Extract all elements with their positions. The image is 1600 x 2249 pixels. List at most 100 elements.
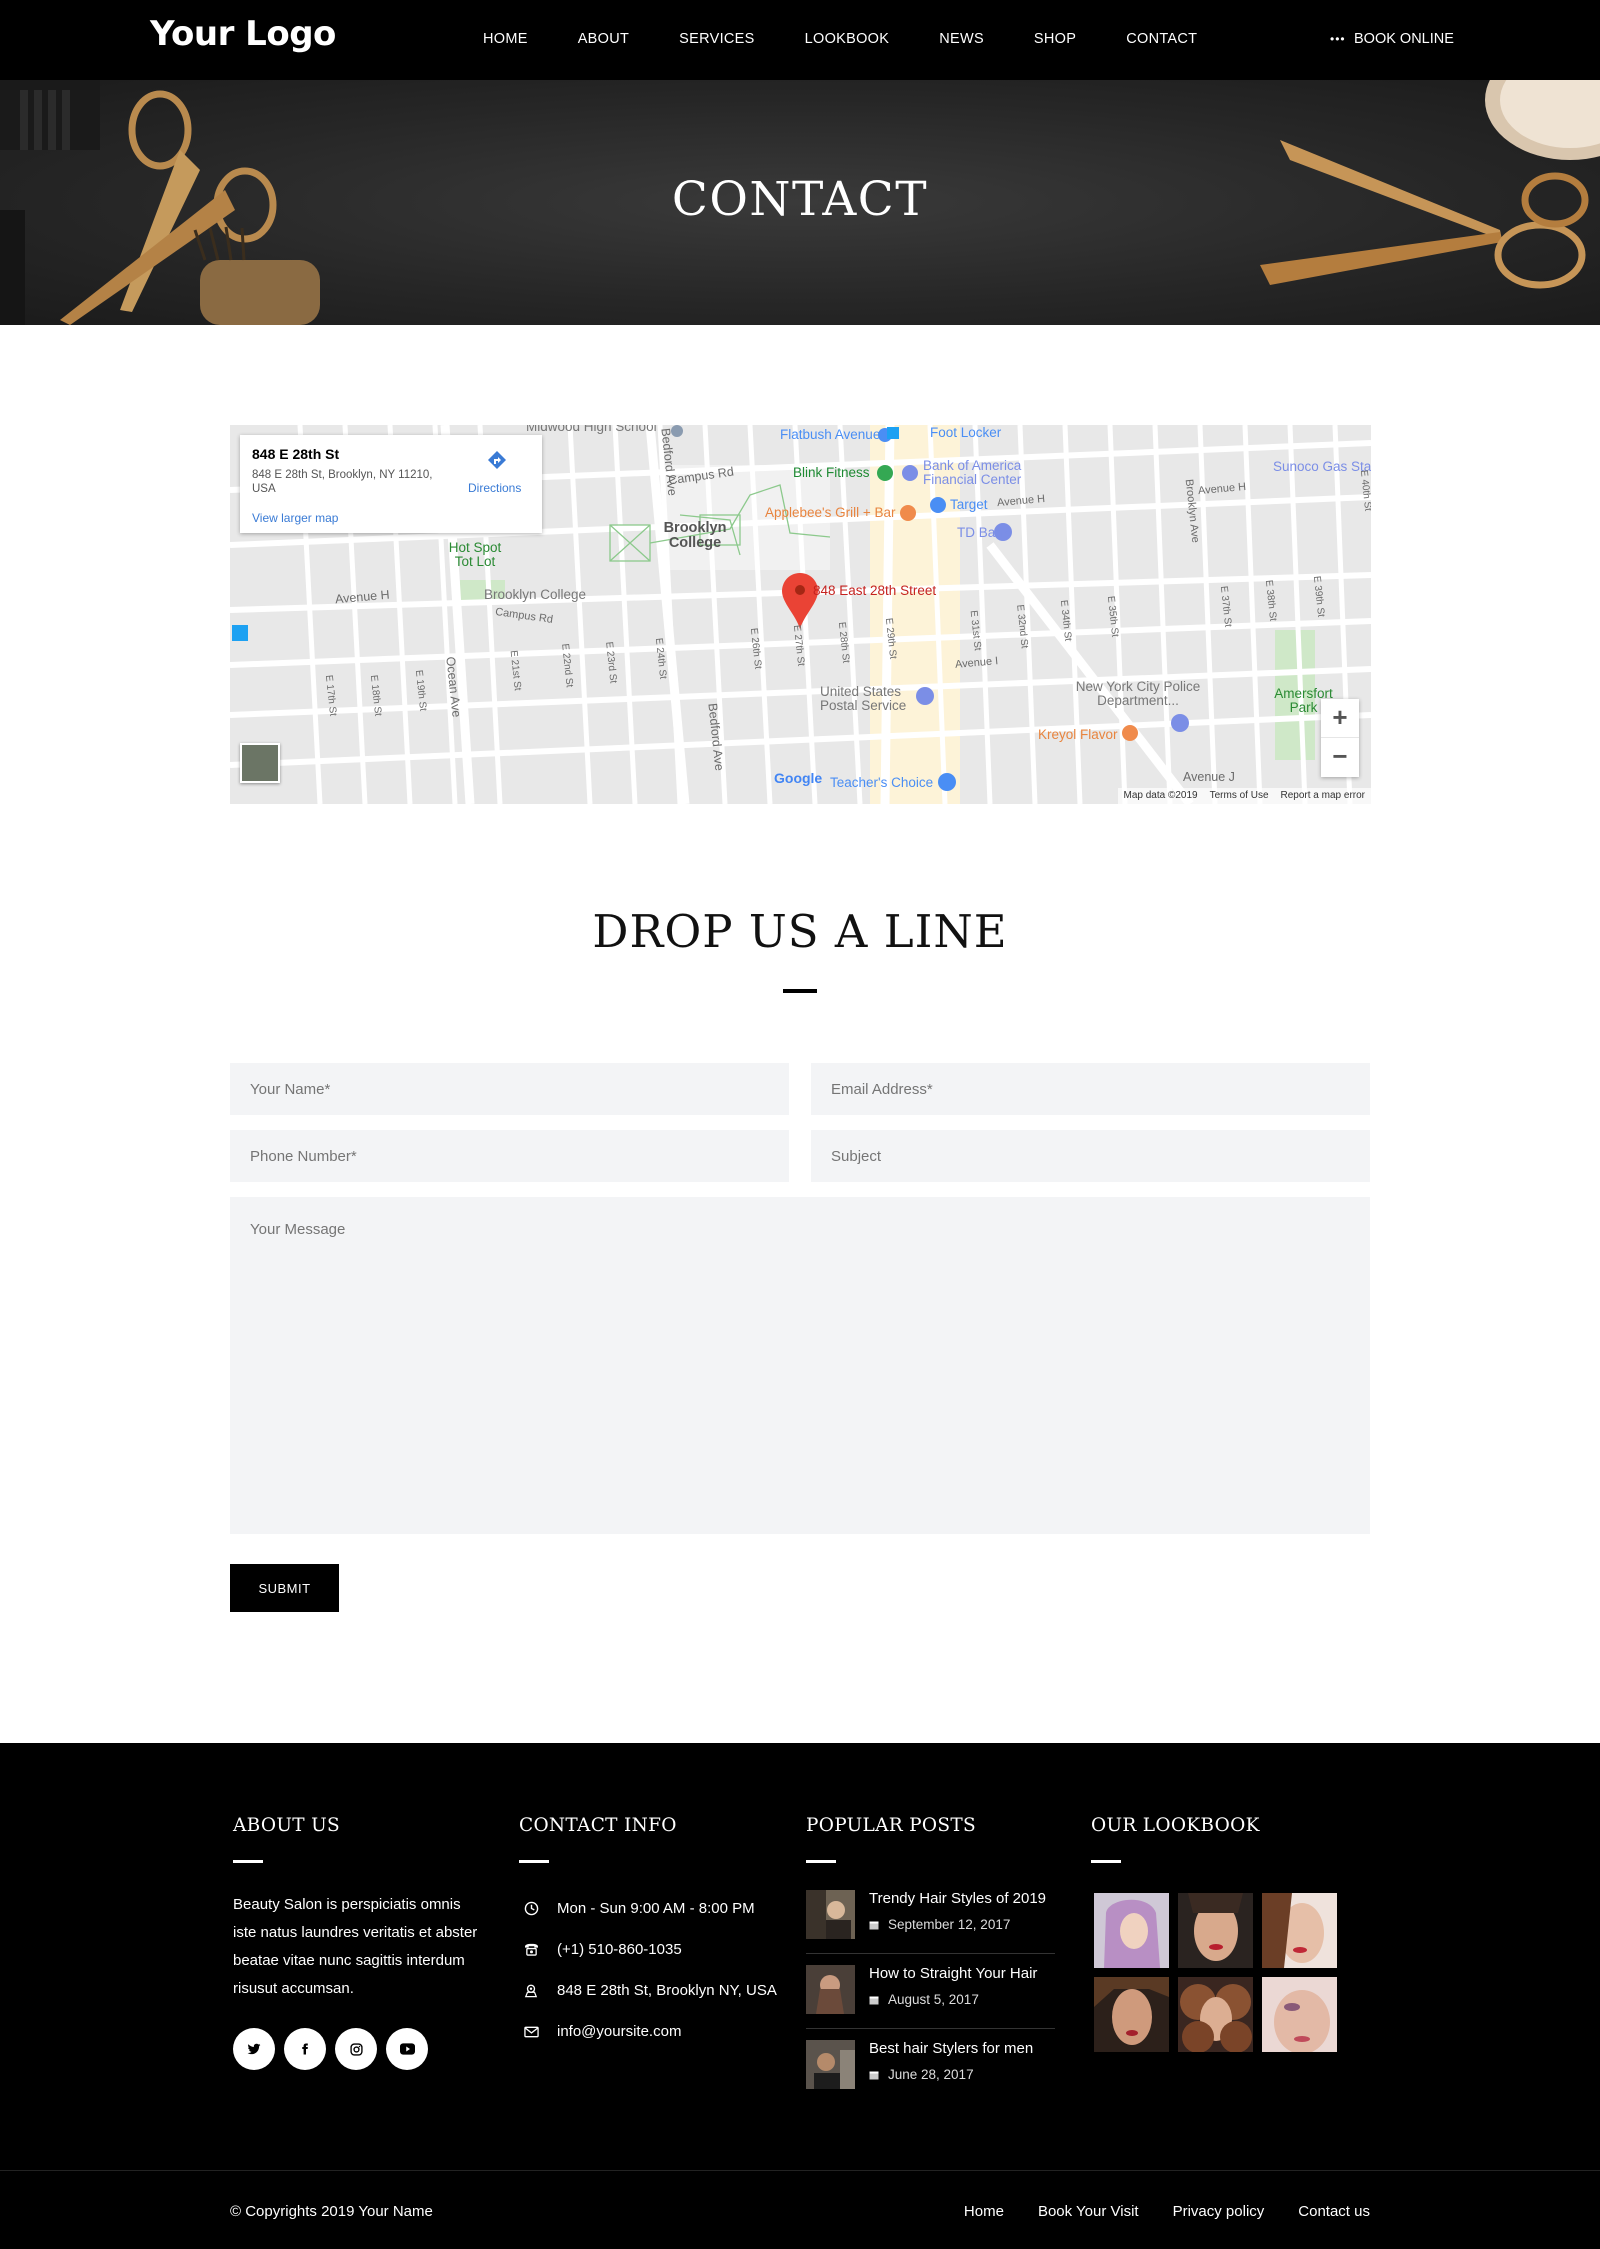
map-report-link[interactable]: Report a map error <box>1281 790 1365 802</box>
site-header: Your Logo HOME ABOUT SERVICES LOOKBOOK N… <box>0 0 1600 80</box>
post-date: August 5, 2017 <box>869 1992 979 2007</box>
main-nav: HOME ABOUT SERVICES LOOKBOOK NEWS SHOP C… <box>483 31 1247 47</box>
nav-contact[interactable]: CONTACT <box>1126 31 1197 47</box>
map-label-foot-locker: Foot Locker <box>930 425 1002 440</box>
satellite-toggle[interactable] <box>240 743 280 783</box>
popular-post-item[interactable]: How to Straight Your Hair August 5, 2017 <box>806 1965 1055 2040</box>
footer-posts-heading: POPULAR POSTS <box>806 1815 976 1836</box>
address-text: 848 E 28th St, Brooklyn NY, USA <box>557 1982 777 1999</box>
contact-phone: (+1) 510-860-1035 <box>519 1941 682 1958</box>
zoom-in-button[interactable]: + <box>1321 699 1359 738</box>
map-data-text: Map data ©2019 <box>1123 790 1198 801</box>
map-card-address: 848 E 28th St, Brooklyn, NY 11210, USA <box>252 469 433 495</box>
post-divider <box>806 2028 1055 2029</box>
site-footer: ABOUT US Beauty Salon is perspiciatis om… <box>0 1743 1600 2249</box>
footer-divider <box>0 2170 1600 2171</box>
heading-divider <box>806 1860 836 1863</box>
copyright-text: © Copyrights 2019 Your Name <box>230 2203 433 2220</box>
hours-text: Mon - Sun 9:00 AM - 8:00 PM <box>557 1900 755 1917</box>
twitter-icon <box>247 2043 261 2055</box>
contact-hours: Mon - Sun 9:00 AM - 8:00 PM <box>519 1900 755 1917</box>
zoom-out-button[interactable]: − <box>1321 738 1359 777</box>
footer-link-book-visit[interactable]: Book Your Visit <box>1038 2203 1139 2220</box>
post-thumbnail[interactable] <box>806 1965 855 2014</box>
post-date: June 28, 2017 <box>869 2067 974 2082</box>
nav-lookbook[interactable]: LOOKBOOK <box>805 31 890 47</box>
map-label-hot-spot: Hot Spot Tot Lot <box>448 540 502 569</box>
phone-input[interactable] <box>230 1130 789 1182</box>
instagram-icon <box>349 2042 363 2056</box>
footer-link-privacy[interactable]: Privacy policy <box>1173 2203 1265 2220</box>
post-title[interactable]: Best hair Stylers for men <box>869 2040 1033 2057</box>
contact-form-title: DROP US A LINE <box>592 905 1008 958</box>
map-label-flatbush: Flatbush Avenue <box>780 427 881 442</box>
contact-email[interactable]: info@yoursite.com <box>519 2023 681 2040</box>
map-label-midwood: Midwood High School <box>526 425 657 434</box>
map-label-kreyol: Kreyol Flavor <box>1038 727 1118 742</box>
nav-home[interactable]: HOME <box>483 31 528 47</box>
map-info-card: 848 E 28th St 848 E 28th St, Brooklyn, N… <box>240 435 542 533</box>
post-title[interactable]: How to Straight Your Hair <box>869 1965 1037 1982</box>
title-divider <box>783 989 817 993</box>
map-terms-link[interactable]: Terms of Use <box>1210 790 1269 802</box>
google-map[interactable]: Midwood High School Flatbush Avenue Foot… <box>230 425 1371 804</box>
book-online-button[interactable]: ••• BOOK ONLINE <box>1330 31 1454 47</box>
nav-shop[interactable]: SHOP <box>1034 31 1076 47</box>
map-card-title: 848 E 28th St <box>252 446 340 462</box>
page-title: CONTACT <box>671 172 929 227</box>
location-icon <box>524 1984 538 1998</box>
post-title[interactable]: Trendy Hair Styles of 2019 <box>869 1890 1046 1907</box>
name-input[interactable] <box>230 1063 789 1115</box>
footer-links: Home Book Your Visit Privacy policy Cont… <box>964 2203 1370 2220</box>
map-label-boa: Bank of America Financial Center <box>923 458 1022 487</box>
lookbook-image[interactable] <box>1262 1893 1337 1968</box>
directions-icon[interactable] <box>486 449 508 471</box>
map-label-applebees: Applebee's Grill + Bar <box>765 505 896 520</box>
view-larger-map-link[interactable]: View larger map <box>252 511 338 525</box>
submit-button[interactable]: SUBMIT <box>230 1564 339 1612</box>
instagram-button[interactable] <box>335 2028 377 2070</box>
map-zoom-controls: + − <box>1321 699 1359 777</box>
popular-post-item[interactable]: Trendy Hair Styles of 2019 September 12,… <box>806 1890 1055 1965</box>
post-thumbnail[interactable] <box>806 2040 855 2089</box>
footer-link-contact[interactable]: Contact us <box>1298 2203 1370 2220</box>
youtube-icon <box>399 2043 415 2055</box>
post-thumbnail[interactable] <box>806 1890 855 1939</box>
book-online-label: BOOK ONLINE <box>1354 31 1454 47</box>
page-hero: CONTACT <box>0 80 1600 325</box>
lookbook-image[interactable] <box>1262 1977 1337 2052</box>
dots-icon: ••• <box>1330 32 1346 46</box>
map-label-td-bank: TD Bank <box>957 525 1010 540</box>
twitter-button[interactable] <box>233 2028 275 2070</box>
nav-news[interactable]: NEWS <box>939 31 984 47</box>
map-label-sunoco: Sunoco Gas Sta <box>1273 459 1371 474</box>
nav-services[interactable]: SERVICES <box>679 31 754 47</box>
heading-divider <box>1091 1860 1121 1863</box>
contact-address: 848 E 28th St, Brooklyn NY, USA <box>519 1982 777 1999</box>
directions-link[interactable]: Directions <box>468 481 521 495</box>
facebook-button[interactable] <box>284 2028 326 2070</box>
map-label-brooklyn-college-2: Brooklyn College <box>484 587 587 602</box>
calendar-icon <box>869 1996 879 2004</box>
lookbook-image[interactable] <box>1178 1893 1253 1968</box>
phone-icon <box>524 1943 538 1956</box>
email-input[interactable] <box>811 1063 1370 1115</box>
nav-about[interactable]: ABOUT <box>578 31 629 47</box>
footer-link-home[interactable]: Home <box>964 2203 1004 2220</box>
message-textarea[interactable] <box>230 1197 1370 1534</box>
calendar-icon <box>869 1921 879 1929</box>
heading-divider <box>519 1860 549 1863</box>
site-logo[interactable]: Your Logo <box>150 14 336 54</box>
calendar-icon <box>869 2071 879 2079</box>
lookbook-image[interactable] <box>1094 1893 1169 1968</box>
email-text[interactable]: info@yoursite.com <box>557 2023 681 2040</box>
lookbook-image[interactable] <box>1094 1977 1169 2052</box>
heading-divider <box>233 1860 263 1863</box>
lookbook-image[interactable] <box>1178 1977 1253 2052</box>
subject-input[interactable] <box>811 1130 1370 1182</box>
popular-post-item[interactable]: Best hair Stylers for men June 28, 2017 <box>806 2040 1055 2115</box>
facebook-icon <box>302 2043 308 2055</box>
post-date-text: August 5, 2017 <box>888 1992 979 2007</box>
map-label-brooklyn-college: Brooklyn College <box>663 520 727 551</box>
youtube-button[interactable] <box>386 2028 428 2070</box>
